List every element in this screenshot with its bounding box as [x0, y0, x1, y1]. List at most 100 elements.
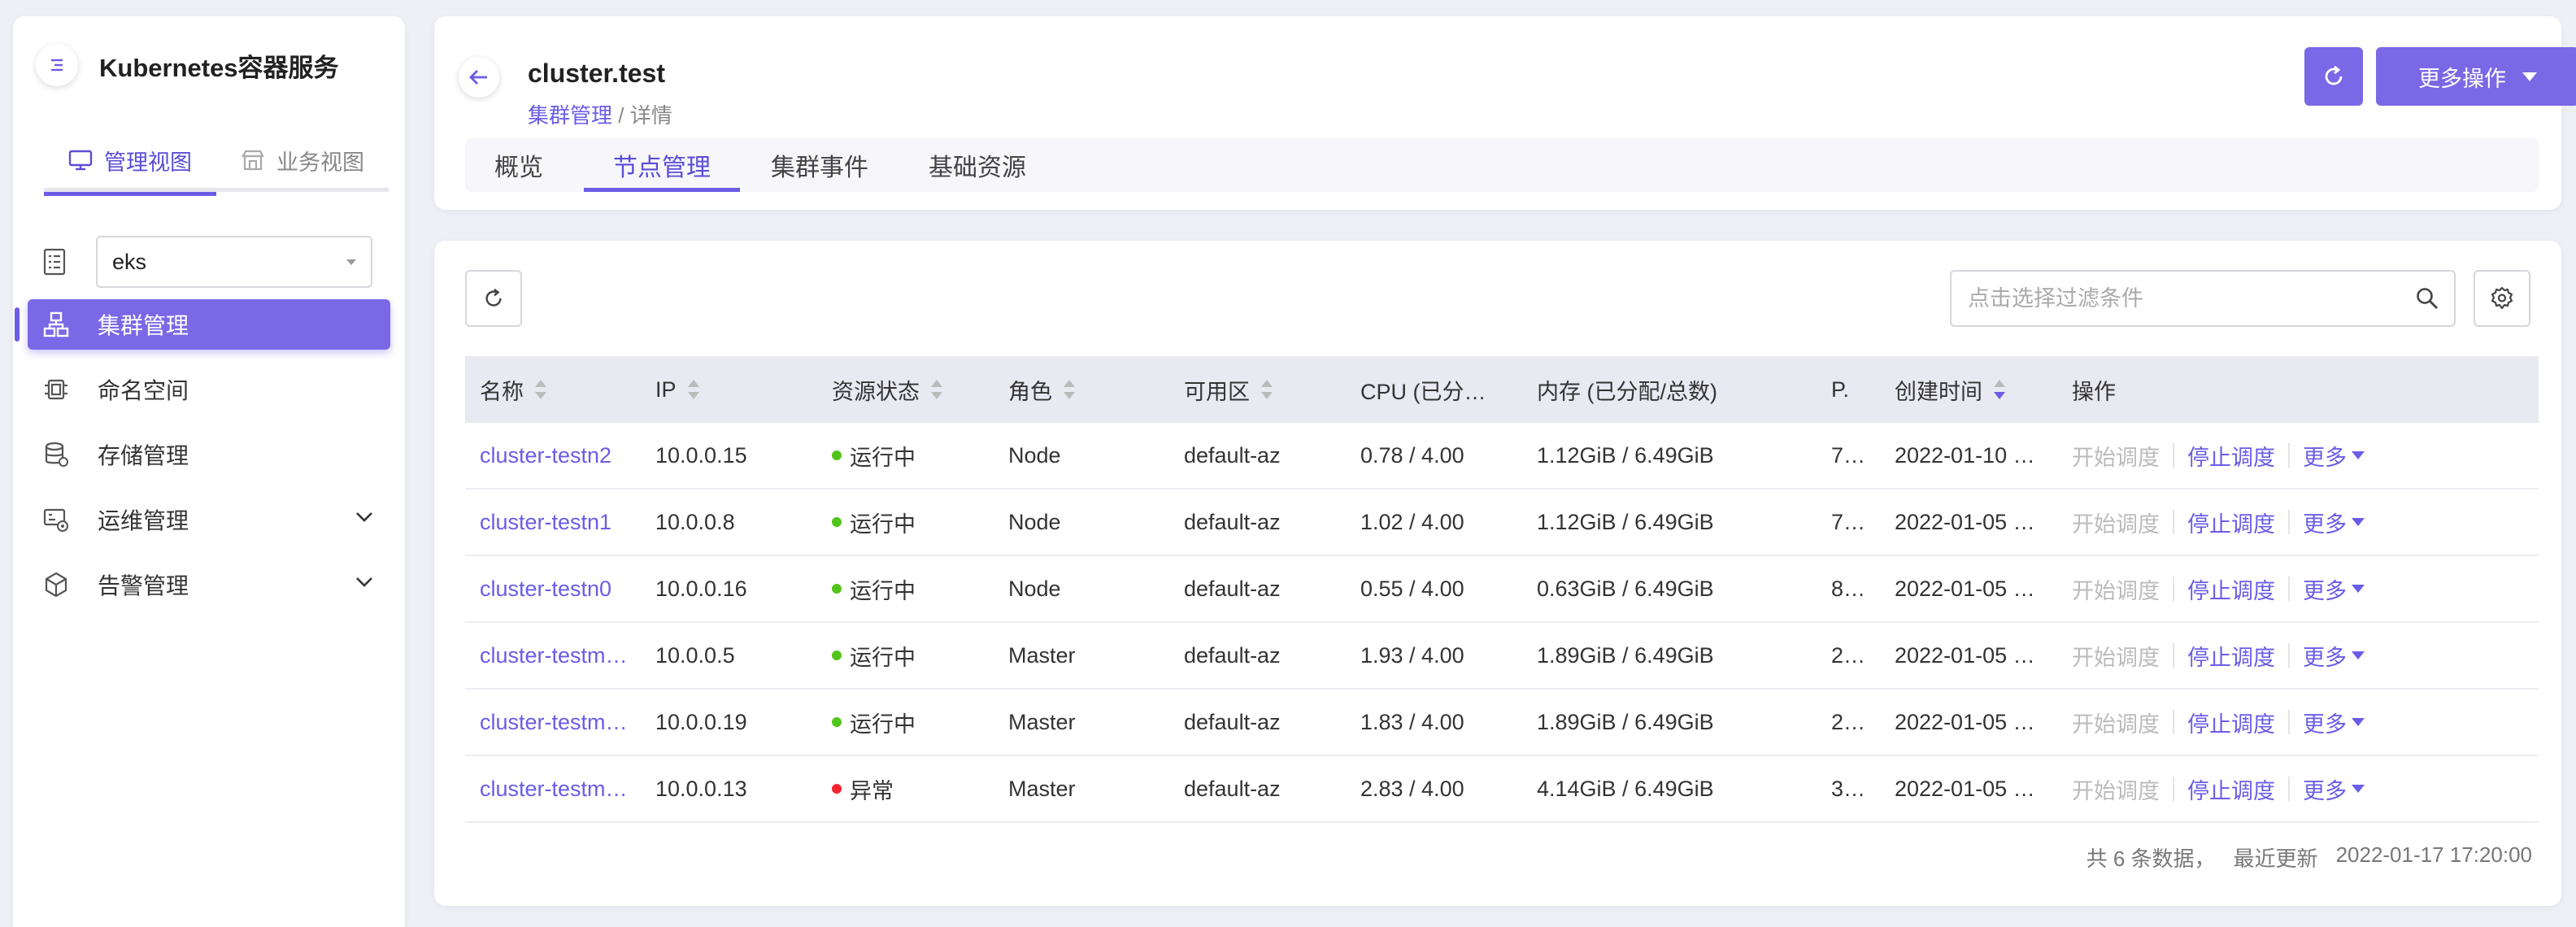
cell-role: Node: [1008, 490, 1171, 555]
cell-zone: default-az: [1184, 423, 1347, 488]
app-title: Kubernetes容器服务: [99, 53, 339, 82]
row-more-button[interactable]: 更多: [2303, 573, 2365, 605]
row-more-button[interactable]: 更多: [2303, 440, 2365, 472]
cell-memory: 1.89GiB / 6.49GiB: [1537, 690, 1813, 755]
cell-text: 0.78 / 4.00: [1360, 442, 1464, 468]
row-more-button[interactable]: 更多: [2303, 707, 2365, 738]
column-label: 内存 (已分配/总数): [1537, 379, 1717, 404]
stop-schedule-button[interactable]: 停止调度: [2187, 507, 2275, 538]
column-header-role[interactable]: 角色: [1008, 356, 1171, 423]
action-separator: [2288, 643, 2290, 668]
tab-business-view[interactable]: 业务视图: [216, 128, 389, 192]
cell-zone: default-az: [1184, 556, 1347, 621]
node-name-link[interactable]: cluster-testm…: [480, 643, 628, 668]
cell-cpu: 0.55 / 4.00: [1360, 556, 1523, 621]
caret-down-icon: [2522, 72, 2537, 81]
namespace-select[interactable]: eks: [96, 236, 372, 288]
column-label: 名称: [480, 379, 524, 404]
tab-node-management[interactable]: 节点管理: [584, 138, 740, 192]
node-name-link[interactable]: cluster-testn1: [480, 510, 611, 535]
row-more-button[interactable]: 更多: [2303, 773, 2365, 805]
start-schedule-button: 开始调度: [2072, 778, 2160, 803]
table-row: cluster-testm… 10.0.0.13 异常 Master default-a…: [465, 756, 2539, 823]
stop-schedule-button[interactable]: 停止调度: [2187, 707, 2275, 738]
start-schedule-button: 开始调度: [2072, 645, 2160, 670]
node-name-link[interactable]: cluster-testm…: [480, 777, 628, 802]
column-header-zone[interactable]: 可用区: [1184, 356, 1347, 423]
table-refresh-button[interactable]: [465, 270, 522, 327]
column-header-ip[interactable]: IP: [655, 356, 818, 423]
status-dot: [832, 517, 842, 527]
sort-icon: [1064, 380, 1075, 399]
column-header-status[interactable]: 资源状态: [832, 356, 994, 423]
stop-schedule-button[interactable]: 停止调度: [2187, 440, 2275, 472]
row-more-label: 更多: [2303, 645, 2347, 670]
sidebar-item-ops[interactable]: 运维管理: [28, 494, 390, 545]
cell-name: cluster-testm…: [480, 756, 642, 821]
row-more-button[interactable]: 更多: [2303, 640, 2365, 672]
tab-base-resources[interactable]: 基础资源: [899, 138, 1055, 192]
caret-down-icon: [2352, 718, 2365, 726]
cell-created: 2022-01-05 …: [1895, 623, 2057, 688]
node-name-link[interactable]: cluster-testn0: [480, 577, 611, 602]
cell-role: Master: [1008, 690, 1171, 755]
stop-schedule-button[interactable]: 停止调度: [2187, 640, 2275, 672]
breadcrumb-separator: /: [612, 103, 630, 128]
cell-pods: 8…: [1831, 556, 1880, 621]
filter-input[interactable]: [1968, 285, 2415, 311]
cell-ip: 10.0.0.19: [655, 690, 818, 755]
node-list-card: 名称 IP 资源状态 角色 可用区 CPU (已分… 内存 (已分配/总数) P…: [434, 241, 2561, 906]
node-name-link[interactable]: cluster-testn2: [480, 443, 611, 468]
column-label: IP: [655, 376, 677, 402]
caret-down-icon: [346, 259, 356, 265]
stop-schedule-button[interactable]: 停止调度: [2187, 573, 2275, 605]
cell-text: 10.0.0.19: [655, 709, 747, 734]
table-footer: 共 6 条数据， 最近更新 2022-01-17 17:20:00: [2086, 842, 2532, 873]
filter-search-box[interactable]: [1950, 270, 2456, 327]
cell-zone: default-az: [1184, 623, 1347, 688]
column-header-name[interactable]: 名称: [480, 356, 642, 423]
column-header-created[interactable]: 创建时间: [1895, 356, 2057, 423]
cell-pods: 2…: [1831, 623, 1880, 688]
more-actions-button[interactable]: 更多操作: [2376, 47, 2576, 106]
column-label: 可用区: [1184, 379, 1250, 404]
stop-schedule-button[interactable]: 停止调度: [2187, 773, 2275, 805]
sort-icon: [687, 380, 699, 399]
page-tabs: 概览 节点管理 集群事件 基础资源: [465, 138, 2539, 192]
back-button[interactable]: [459, 57, 499, 98]
row-more-button[interactable]: 更多: [2303, 507, 2365, 538]
sidebar-item-label: 集群管理: [98, 313, 189, 338]
page-title: cluster.test: [528, 59, 665, 88]
cell-text: 运行中: [850, 578, 916, 603]
cell-text: 运行中: [850, 645, 916, 670]
cell-ip: 10.0.0.13: [655, 756, 818, 821]
breadcrumb-link[interactable]: 集群管理: [528, 103, 612, 128]
cell-text: 1.12GiB / 6.49GiB: [1537, 509, 1714, 534]
cell-name: cluster-testm…: [480, 690, 642, 755]
table-settings-button[interactable]: [2474, 270, 2530, 327]
cell-text: 10.0.0.5: [655, 642, 735, 668]
sidebar-nav: 集群管理 命名空间 存储管理 运维管理 告警管理: [13, 299, 405, 625]
cell-zone: default-az: [1184, 756, 1347, 821]
tab-cluster-events[interactable]: 集群事件: [742, 138, 898, 192]
cell-cpu: 0.78 / 4.00: [1360, 423, 1523, 488]
store-icon: [242, 150, 264, 171]
sidebar-item-namespace[interactable]: 命名空间: [28, 364, 390, 415]
action-separator: [2288, 710, 2290, 734]
tab-overview[interactable]: 概览: [465, 138, 572, 192]
sidebar-item-alerts[interactable]: 告警管理: [28, 559, 390, 610]
table-row: cluster-testm… 10.0.0.5 运行中 Master default-a…: [465, 623, 2539, 690]
refresh-button[interactable]: [2304, 47, 2363, 106]
cell-status: 运行中: [832, 690, 994, 755]
action-separator: [2173, 710, 2174, 734]
cell-role: Node: [1008, 423, 1171, 488]
tab-management-view[interactable]: 管理视图: [44, 128, 216, 196]
cell-text: default-az: [1184, 776, 1281, 801]
node-name-link[interactable]: cluster-testm…: [480, 710, 628, 735]
column-label: 操作: [2072, 379, 2116, 404]
cell-role: Master: [1008, 623, 1171, 688]
sidebar-item-storage[interactable]: 存储管理: [28, 429, 390, 480]
sidebar-item-cluster-management[interactable]: 集群管理: [15, 299, 390, 350]
menu-toggle-button[interactable]: [36, 44, 78, 86]
table-header: 名称 IP 资源状态 角色 可用区 CPU (已分… 内存 (已分配/总数) P…: [465, 356, 2539, 423]
